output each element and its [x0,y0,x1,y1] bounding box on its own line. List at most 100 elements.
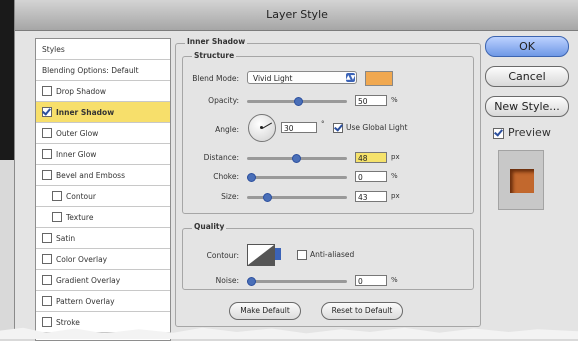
style-item-checkbox[interactable] [42,170,52,180]
shadow-color-swatch[interactable] [365,71,393,86]
size-label: Size: [221,192,239,201]
style-item-checkbox[interactable] [42,296,52,306]
size-field[interactable]: 43 [355,191,387,202]
opacity-slider-knob[interactable] [294,97,303,106]
style-item-checkbox[interactable] [42,86,52,96]
contour-picker[interactable] [247,244,275,266]
style-item-contour[interactable]: Contour [36,186,170,207]
style-item-label: Outer Glow [56,128,99,138]
style-item-checkbox[interactable] [42,149,52,159]
noise-slider[interactable] [247,277,347,286]
size-slider[interactable] [247,193,347,202]
styles-list: Styles Blending Options: Default Drop Sh… [35,38,171,341]
preview-label: Preview [508,126,551,139]
new-style-button[interactable]: New Style... [485,96,569,117]
reset-to-default-button[interactable]: Reset to Default [321,302,403,320]
angle-field[interactable]: 30 [281,122,317,133]
use-global-light-label: Use Global Light [346,123,408,132]
style-item-label: Texture [66,212,94,222]
layer-style-dialog: Layer Style Styles Blending Options: Def… [14,0,578,341]
opacity-field[interactable]: 50 [355,95,387,106]
inner-shadow-title: Inner Shadow [185,37,248,46]
style-item-checkbox[interactable] [42,254,52,264]
style-item-label: Gradient Overlay [56,275,121,285]
noise-unit: % [391,276,398,284]
noise-slider-knob[interactable] [247,277,256,286]
angle-label: Angle: [215,125,239,134]
style-item-label: Bevel and Emboss [56,170,125,180]
noise-field[interactable]: 0 [355,275,387,286]
style-item-label: Inner Shadow [56,107,115,117]
blending-options-item[interactable]: Blending Options: Default [36,60,170,81]
quality-title: Quality [192,222,227,231]
anti-aliased-checkbox[interactable] [297,250,307,260]
contour-dropdown-arrow-icon[interactable] [275,248,281,260]
style-item-texture[interactable]: Texture [36,207,170,228]
style-item-checkbox[interactable] [52,212,62,222]
style-item-checkbox[interactable] [42,317,52,327]
make-default-button[interactable]: Make Default [229,302,301,320]
style-preview-swatch [510,169,534,193]
choke-slider-knob[interactable] [247,173,256,182]
style-preview [498,150,544,210]
distance-slider-knob[interactable] [292,154,301,163]
blend-mode-select[interactable]: Vivid Light ▲▼ [247,71,357,84]
style-item-checkbox[interactable] [42,275,52,285]
dialog-title: Layer Style [266,8,328,21]
blending-options-label: Blending Options: Default [42,65,139,75]
preview-checkbox[interactable] [493,128,504,139]
style-item-bevel-and-emboss[interactable]: Bevel and Emboss [36,165,170,186]
distance-unit: px [391,153,400,161]
choke-unit: % [391,172,398,180]
choke-slider[interactable] [247,173,347,182]
angle-center-dot [260,126,263,129]
style-item-outer-glow[interactable]: Outer Glow [36,123,170,144]
contour-curve-icon [248,245,274,265]
title-bar[interactable]: Layer Style [15,0,578,31]
style-item-gradient-overlay[interactable]: Gradient Overlay [36,270,170,291]
opacity-unit: % [391,96,398,104]
style-item-satin[interactable]: Satin [36,228,170,249]
style-item-checkbox[interactable] [42,233,52,243]
style-item-checkbox[interactable] [42,107,52,117]
angle-unit: ° [321,120,325,128]
blend-mode-label: Blend Mode: [192,74,239,83]
style-item-inner-glow[interactable]: Inner Glow [36,144,170,165]
contour-label: Contour: [206,251,239,260]
style-item-checkbox[interactable] [52,191,62,201]
style-item-color-overlay[interactable]: Color Overlay [36,249,170,270]
style-item-drop-shadow[interactable]: Drop Shadow [36,81,170,102]
choke-label: Choke: [213,172,239,181]
distance-field[interactable]: 48 [355,152,387,163]
style-item-label: Pattern Overlay [56,296,115,306]
style-item-label: Contour [66,191,96,201]
style-item-label: Inner Glow [56,149,97,159]
styles-header[interactable]: Styles [36,39,170,60]
cancel-button[interactable]: Cancel [485,66,569,87]
style-item-inner-shadow[interactable]: Inner Shadow [36,102,170,123]
noise-label: Noise: [215,276,239,285]
style-item-label: Stroke [56,317,80,327]
angle-dial[interactable] [248,114,276,142]
distance-label: Distance: [203,153,239,162]
style-item-checkbox[interactable] [42,128,52,138]
style-item-stroke[interactable]: Stroke [36,312,170,333]
opacity-label: Opacity: [208,96,239,105]
structure-title: Structure [192,51,237,60]
chevron-updown-icon: ▲▼ [346,73,356,82]
distance-slider[interactable] [247,154,347,163]
blend-mode-value: Vivid Light [253,74,293,83]
use-global-light-checkbox[interactable] [333,123,343,133]
style-item-pattern-overlay[interactable]: Pattern Overlay [36,291,170,312]
angle-needle [262,122,273,129]
choke-field[interactable]: 0 [355,171,387,182]
opacity-slider[interactable] [247,97,347,106]
size-slider-knob[interactable] [263,193,272,202]
anti-aliased-label: Anti-aliased [310,250,355,259]
style-item-label: Satin [56,233,76,243]
styles-header-label: Styles [42,44,65,54]
ok-button[interactable]: OK [485,36,569,57]
size-unit: px [391,192,400,200]
style-item-label: Color Overlay [56,254,108,264]
style-item-label: Drop Shadow [56,86,107,96]
